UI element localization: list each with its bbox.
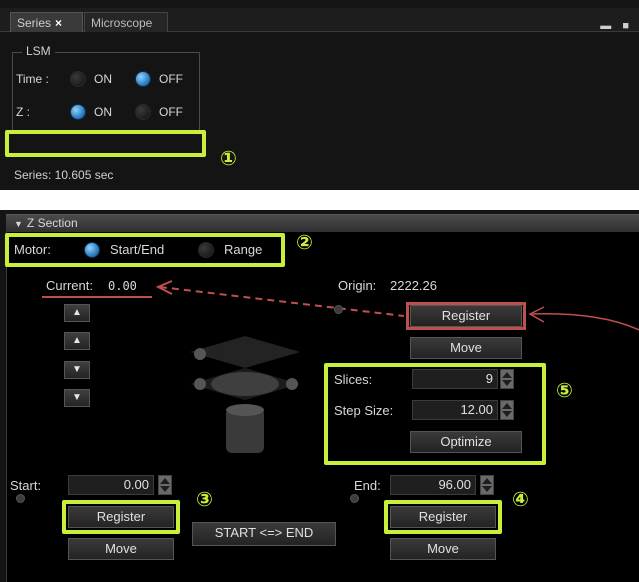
bottom-down-arrow-icon[interactable]: ▼ (64, 389, 90, 407)
top-up-arrow-icon[interactable]: ▲ (64, 304, 90, 322)
dashed-arrow-line (159, 286, 405, 317)
start-label: Start: (10, 478, 42, 493)
annotation-3: ③ (196, 487, 213, 511)
start-end-swap-button[interactable]: START <=> END (192, 522, 336, 546)
optimize-button[interactable]: Optimize (410, 431, 522, 453)
annotation-5: ⑤ (556, 378, 573, 402)
z-stack-illustration-icon (190, 336, 300, 453)
start-stepper[interactable] (158, 475, 172, 495)
slices-input[interactable]: 9 (412, 369, 498, 389)
end-input[interactable]: 96.00 (390, 475, 476, 495)
start-register-button[interactable]: Register (68, 506, 174, 528)
step-size-input[interactable]: 12.00 (412, 400, 498, 420)
end-move-button[interactable]: Move (390, 538, 496, 560)
end-register-button[interactable]: Register (390, 506, 496, 528)
step-size-stepper[interactable] (500, 400, 514, 420)
register-highlight (406, 302, 526, 330)
origin-move-button[interactable]: Move (410, 337, 522, 359)
start-indicator-icon (16, 494, 25, 503)
end-stepper[interactable] (480, 475, 494, 495)
start-move-button[interactable]: Move (68, 538, 174, 560)
down-arrow-icon[interactable]: ▼ (64, 361, 90, 379)
solid-arrow-line (531, 313, 639, 331)
start-input[interactable]: 0.00 (68, 475, 154, 495)
end-label: End: (354, 478, 381, 493)
end-indicator-icon (350, 494, 359, 503)
slices-label: Slices: (334, 372, 373, 387)
step-size-label: Step Size: (334, 403, 394, 418)
annotation-4: ④ (512, 487, 529, 511)
up-arrow-icon[interactable]: ▲ (64, 332, 90, 350)
origin-indicator-icon (334, 305, 343, 314)
slices-stepper[interactable] (500, 369, 514, 389)
